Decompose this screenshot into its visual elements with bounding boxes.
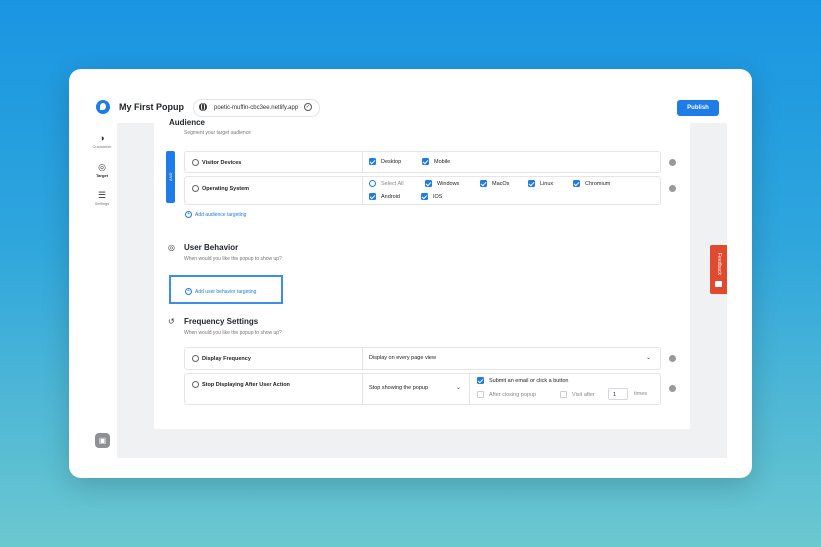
publish-button[interactable]: Publish xyxy=(677,100,719,116)
remove-icon[interactable] xyxy=(669,159,676,166)
user-behavior-title: User Behavior xyxy=(184,243,239,252)
app-logo-icon xyxy=(96,100,110,114)
add-audience-targeting-link[interactable]: + Add audience targeting xyxy=(185,211,246,218)
ios-checkbox[interactable]: IOS xyxy=(421,193,442,200)
audience-title: Audience xyxy=(169,118,206,127)
chevron-down-icon[interactable]: ⌄ xyxy=(456,384,461,391)
user-behavior-subtitle: When would you like the popup to show up… xyxy=(184,256,282,262)
display-frequency-select[interactable]: Display on every page view xyxy=(369,355,436,361)
checkbox-checked-icon xyxy=(421,193,428,200)
display-frequency-label: Display Frequency xyxy=(192,355,251,362)
frequency-title: Frequency Settings xyxy=(184,317,259,326)
macos-checkbox[interactable]: MacOs xyxy=(480,180,509,187)
stop-displaying-select[interactable]: Stop showing the popup xyxy=(369,385,428,391)
linux-checkbox[interactable]: Linux xyxy=(528,180,553,187)
visitor-devices-row: Visitor Devices Desktop Mobile xyxy=(184,151,661,173)
display-frequency-row: Display Frequency Display on every page … xyxy=(184,347,661,370)
checkbox-checked-icon xyxy=(422,158,429,165)
checkbox-checked-icon xyxy=(477,377,484,384)
info-icon xyxy=(192,355,199,362)
message-icon xyxy=(715,281,722,287)
visit-after-checkbox[interactable]: Visit after xyxy=(560,391,595,398)
remove-icon[interactable] xyxy=(669,185,676,192)
info-icon xyxy=(192,381,199,388)
info-icon xyxy=(192,159,199,166)
add-user-behavior-box[interactable]: + Add user behavior targeting xyxy=(169,275,283,304)
times-label: times xyxy=(634,391,648,397)
checkbox-checked-icon xyxy=(369,193,376,200)
checkbox-checked-icon xyxy=(425,180,432,187)
desktop-checkbox[interactable]: Desktop xyxy=(369,158,401,165)
feedback-label: Feedback xyxy=(716,253,722,275)
globe-icon xyxy=(199,103,207,111)
divider xyxy=(362,152,363,172)
remove-icon[interactable] xyxy=(669,385,676,392)
main-canvas: Audience Segment your target audience AN… xyxy=(117,118,727,458)
checkbox-unchecked-icon xyxy=(560,391,567,398)
divider xyxy=(469,374,470,404)
app-window: My First Popup poetic-muffin-cbc3ee.netl… xyxy=(69,69,752,478)
radio-icon xyxy=(369,180,376,187)
popup-title: My First Popup xyxy=(119,102,184,112)
divider xyxy=(362,177,363,204)
sidebar: ◑ Customize ◎ Target ☰ Settings xyxy=(69,123,117,478)
checkbox-checked-icon xyxy=(480,180,487,187)
frequency-subtitle: When would you like the popup to show up… xyxy=(184,330,282,336)
operating-system-row: Operating System Select All Windows MacO… xyxy=(184,176,661,205)
site-url-chip[interactable]: poetic-muffin-cbc3ee.netlify.app ✓ xyxy=(193,99,320,117)
select-all-radio[interactable]: Select All xyxy=(369,180,404,187)
and-connector: AND xyxy=(166,151,175,203)
target-panel: Audience Segment your target audience AN… xyxy=(154,118,690,429)
site-url: poetic-muffin-cbc3ee.netlify.app xyxy=(214,105,299,111)
plus-circle-icon: + xyxy=(185,211,192,218)
windows-checkbox[interactable]: Windows xyxy=(425,180,459,187)
chevron-down-icon[interactable]: ⌄ xyxy=(646,354,651,361)
top-bar: My First Popup poetic-muffin-cbc3ee.netl… xyxy=(69,69,752,123)
operating-system-label: Operating System xyxy=(192,185,249,192)
remove-icon[interactable] xyxy=(669,355,676,362)
checkbox-checked-icon xyxy=(573,180,580,187)
add-user-behavior-link[interactable]: + Add user behavior targeting xyxy=(185,288,256,295)
verified-check-icon: ✓ xyxy=(303,103,312,112)
divider xyxy=(362,348,363,369)
stop-displaying-row: Stop Displaying After User Action Stop s… xyxy=(184,373,661,405)
history-icon: ↺ xyxy=(168,317,175,326)
visitor-devices-label: Visitor Devices xyxy=(192,159,241,166)
checkbox-checked-icon xyxy=(369,158,376,165)
checkbox-checked-icon xyxy=(528,180,535,187)
divider xyxy=(362,374,363,404)
stop-displaying-label: Stop Displaying After User Action xyxy=(192,381,290,388)
plus-circle-icon: + xyxy=(185,288,192,295)
after-closing-checkbox[interactable]: After closing popup xyxy=(477,391,536,398)
checkbox-unchecked-icon xyxy=(477,391,484,398)
mobile-checkbox[interactable]: Mobile xyxy=(422,158,450,165)
android-checkbox[interactable]: Android xyxy=(369,193,400,200)
feedback-tab[interactable]: Feedback xyxy=(710,245,727,294)
briefcase-icon[interactable]: ▣ xyxy=(95,433,110,448)
audience-subtitle: Segment your target audience xyxy=(184,130,251,136)
info-icon xyxy=(192,185,199,192)
visit-count-input[interactable]: 1 xyxy=(608,388,628,400)
submit-email-checkbox[interactable]: Submit an email or click a button xyxy=(477,377,568,384)
target-icon: ◎ xyxy=(168,243,175,252)
chromium-checkbox[interactable]: Chromium xyxy=(573,180,610,187)
